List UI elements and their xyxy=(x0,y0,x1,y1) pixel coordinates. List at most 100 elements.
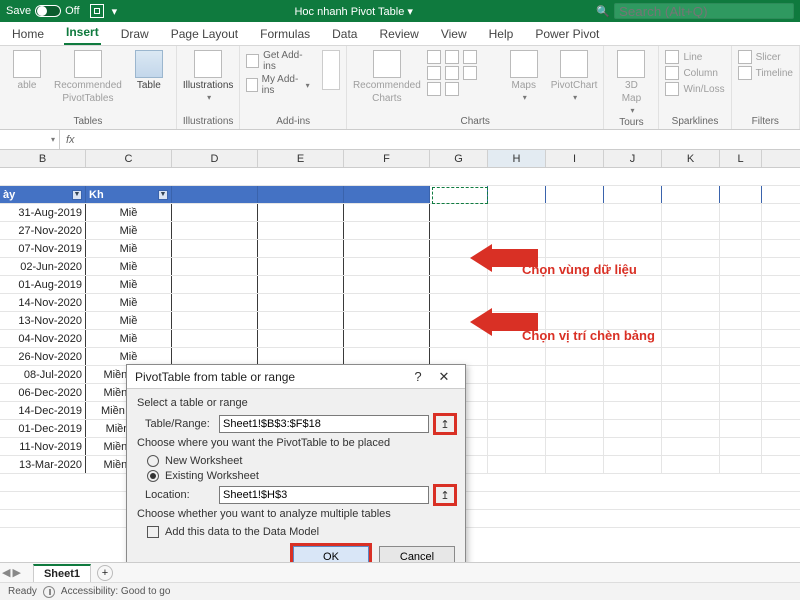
col-I[interactable]: I xyxy=(546,150,604,167)
illustrations-button[interactable]: Illustrations▾ xyxy=(183,50,234,102)
selection-marquee xyxy=(432,187,488,204)
my-addins-button[interactable]: My Add-ins▾ xyxy=(246,74,309,96)
pivottable-button[interactable]: able xyxy=(6,50,48,91)
section-select-range: Select a table or range xyxy=(137,397,455,409)
section-placement: Choose where you want the PivotTable to … xyxy=(137,437,455,449)
tab-view[interactable]: View xyxy=(439,23,469,45)
chart-gallery-1[interactable] xyxy=(427,50,497,64)
search-input[interactable] xyxy=(614,3,794,19)
radio-existing-worksheet[interactable]: Existing Worksheet xyxy=(147,470,455,482)
sheet-tab-sheet1[interactable]: Sheet1 xyxy=(33,564,91,582)
save-icon[interactable] xyxy=(90,4,104,18)
col-L[interactable]: L xyxy=(720,150,762,167)
filter-icon: ▼ xyxy=(158,190,168,200)
tab-insert[interactable]: Insert xyxy=(64,21,101,45)
location-input[interactable] xyxy=(219,486,429,504)
autosave-label: Save xyxy=(6,5,31,17)
sheet-tab-bar: ◀▶ Sheet1 + xyxy=(0,562,800,582)
pivotchart-button[interactable]: PivotChart▾ xyxy=(551,50,598,102)
location-picker-button[interactable]: ↥ xyxy=(435,486,455,504)
formula-bar: ▾ fx xyxy=(0,130,800,150)
sparkline-winloss[interactable]: Win/Loss xyxy=(665,82,724,96)
status-accessibility[interactable]: Accessibility: Good to go xyxy=(61,586,171,597)
tab-review[interactable]: Review xyxy=(377,23,420,45)
tab-formulas[interactable]: Formulas xyxy=(258,23,312,45)
table-header-row: ày▼ Kh▼ xyxy=(0,186,800,204)
autosave-state: Off xyxy=(65,5,79,17)
col-F[interactable]: F xyxy=(344,150,430,167)
col-H[interactable]: H xyxy=(488,150,546,167)
worksheet-grid[interactable]: ày▼ Kh▼ 31-Aug-2019Miề27-Nov-2020Miề07-N… xyxy=(0,168,800,548)
recommended-charts-button[interactable]: RecommendedCharts xyxy=(353,50,421,104)
tab-draw[interactable]: Draw xyxy=(119,23,151,45)
col-J[interactable]: J xyxy=(604,150,662,167)
tab-power-pivot[interactable]: Power Pivot xyxy=(533,23,601,45)
ribbon-tabs: Home Insert Draw Page Layout Formulas Da… xyxy=(0,22,800,46)
radio-new-worksheet[interactable]: New Worksheet xyxy=(147,455,455,467)
group-sparklines: Line Column Win/Loss Sparklines xyxy=(659,46,731,129)
col-E[interactable]: E xyxy=(258,150,344,167)
recommended-pivot-button[interactable]: RecommendedPivotTables xyxy=(54,50,122,104)
hdr-date[interactable]: ày▼ xyxy=(0,186,86,203)
checkbox-data-model[interactable]: Add this data to the Data Model xyxy=(147,526,455,538)
location-label: Location: xyxy=(145,489,213,501)
table-row[interactable]: 04-Nov-2020Miề xyxy=(0,330,800,348)
col-D[interactable]: D xyxy=(172,150,258,167)
table-row[interactable]: 01-Aug-2019Miề xyxy=(0,276,800,294)
col-B[interactable]: B xyxy=(0,150,86,167)
chart-gallery-3[interactable] xyxy=(427,82,497,96)
sparkline-line[interactable]: Line xyxy=(665,50,724,64)
status-ready: Ready xyxy=(8,586,37,597)
3d-map-button[interactable]: 3DMap▾ xyxy=(610,50,652,115)
table-row[interactable]: 14-Nov-2020Miề xyxy=(0,294,800,312)
maps-button[interactable]: Maps▾ xyxy=(503,50,545,102)
table-row[interactable]: 31-Aug-2019Miề xyxy=(0,204,800,222)
annotation-text-2: Chọn vị trí chèn bảng xyxy=(522,328,655,343)
slicer-button[interactable]: Slicer xyxy=(738,50,793,64)
accessibility-icon[interactable] xyxy=(43,586,55,598)
tab-data[interactable]: Data xyxy=(330,23,359,45)
fx-icon[interactable]: fx xyxy=(60,134,81,146)
table-row[interactable]: 13-Nov-2020Miề xyxy=(0,312,800,330)
bing-addin-icon[interactable] xyxy=(322,50,340,90)
new-sheet-button[interactable]: + xyxy=(97,565,113,581)
table-row[interactable]: 07-Nov-2019Miề xyxy=(0,240,800,258)
tablerange-label: Table/Range: xyxy=(145,418,213,430)
group-charts: RecommendedCharts Maps▾ PivotChart▾ Char… xyxy=(347,46,605,129)
document-title[interactable]: Hoc nhanh Pivot Table ▾ xyxy=(294,5,412,18)
pivottable-dialog: PivotTable from table or range ? ✕ Selec… xyxy=(126,364,466,579)
chart-gallery-2[interactable] xyxy=(427,66,497,80)
collapse-range-icon: ↥ xyxy=(440,489,449,502)
sheet-nav[interactable]: ◀▶ xyxy=(2,566,21,579)
table-row[interactable]: 02-Jun-2020Miề xyxy=(0,258,800,276)
tablerange-input[interactable] xyxy=(219,415,429,433)
tab-help[interactable]: Help xyxy=(487,23,516,45)
autosave-toggle[interactable]: Save Off xyxy=(6,5,80,17)
table-button[interactable]: Table xyxy=(128,50,170,91)
ribbon-body: able RecommendedPivotTables Table Tables… xyxy=(0,46,800,130)
get-addins-button[interactable]: Get Add-ins xyxy=(246,50,309,72)
dialog-title: PivotTable from table or range xyxy=(135,370,295,384)
collapse-range-icon: ↥ xyxy=(440,418,449,431)
close-icon[interactable]: ✕ xyxy=(431,369,457,385)
hdr-region[interactable]: Kh▼ xyxy=(86,186,172,203)
filter-icon: ▼ xyxy=(72,190,82,200)
dialog-titlebar[interactable]: PivotTable from table or range ? ✕ xyxy=(127,365,465,389)
col-K[interactable]: K xyxy=(662,150,720,167)
sparkline-column[interactable]: Column xyxy=(665,66,724,80)
annotation-text-1: Chọn vùng dữ liệu xyxy=(522,262,637,277)
group-illustrations: Illustrations▾ Illustrations xyxy=(177,46,241,129)
name-box[interactable]: ▾ xyxy=(0,130,60,149)
group-tables: able RecommendedPivotTables Table Tables xyxy=(0,46,177,129)
tab-page-layout[interactable]: Page Layout xyxy=(169,23,240,45)
col-C[interactable]: C xyxy=(86,150,172,167)
col-G[interactable]: G xyxy=(430,150,488,167)
group-tours: 3DMap▾ Tours xyxy=(604,46,659,129)
column-headers[interactable]: B C D E F G H I J K L xyxy=(0,150,800,168)
title-bar: Save Off ▾ Hoc nhanh Pivot Table ▾ 🔍 xyxy=(0,0,800,22)
timeline-button[interactable]: Timeline xyxy=(738,66,793,80)
tablerange-picker-button[interactable]: ↥ xyxy=(435,415,455,433)
tab-home[interactable]: Home xyxy=(10,23,46,45)
table-row[interactable]: 27-Nov-2020Miề xyxy=(0,222,800,240)
help-icon[interactable]: ? xyxy=(405,369,431,384)
